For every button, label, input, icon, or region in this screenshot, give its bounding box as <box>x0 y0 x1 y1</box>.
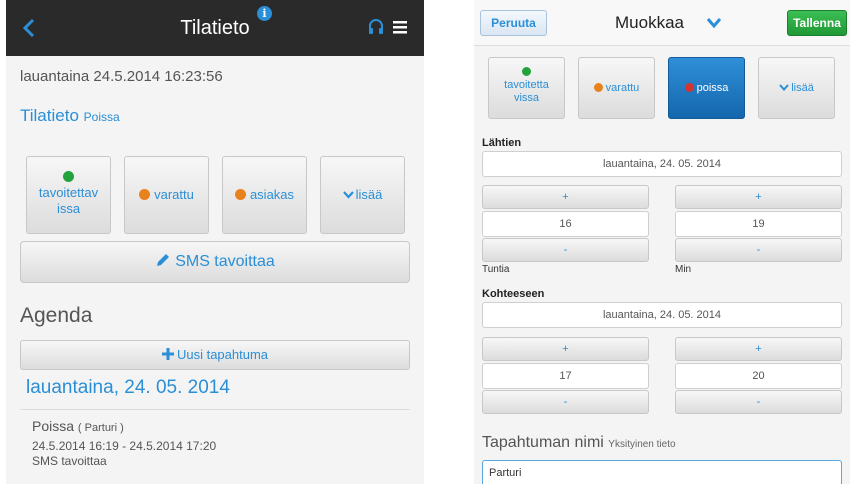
event-name-label: Tapahtuman nimi <box>482 434 604 451</box>
status-button-label: varattu <box>154 187 194 202</box>
page-title: Tilatieto <box>180 17 250 39</box>
status-button-label: tavoitetta <box>504 79 549 91</box>
status-button-tavoitettavissa[interactable]: tavoitetta vissa <box>488 57 565 119</box>
clock-icon <box>593 83 603 92</box>
status-button-label: asiakas <box>249 187 295 202</box>
status-button-lisaa[interactable]: lisää <box>320 156 405 234</box>
agenda-date-heading: lauantaina, 24. 05. 2014 <box>26 377 230 398</box>
check-icon <box>63 171 74 182</box>
clock-icon <box>234 189 246 200</box>
event-time: 24.5.2014 16:19 - 24.5.2014 17:20 <box>32 439 217 453</box>
event-name-hint: Yksityinen tieto <box>608 439 676 450</box>
start-date-field[interactable]: lauantaina, 24. 05. 2014 <box>482 151 842 177</box>
minutes-unit-label: Min <box>675 264 692 275</box>
status-button-label: poissa <box>696 82 729 94</box>
end-minutes-minus-button[interactable]: - <box>675 390 842 414</box>
event-item[interactable]: Poissa ( Parturi ) <box>32 418 124 434</box>
status-button-label: lisää <box>791 82 814 94</box>
event-title: Poissa <box>32 418 75 434</box>
status-heading: Tilatieto Poissa <box>20 106 120 126</box>
start-minutes-field[interactable]: 19 <box>675 211 842 237</box>
chevron-down-icon[interactable] <box>706 17 722 29</box>
start-minutes-plus-button[interactable]: + <box>675 185 842 209</box>
status-button-asiakas[interactable]: asiakas <box>222 156 307 234</box>
end-minutes-plus-button[interactable]: + <box>675 337 842 361</box>
start-minutes-minus-button[interactable]: - <box>675 238 842 262</box>
event-name-heading: Tapahtuman nimi Yksityinen tieto <box>482 434 676 452</box>
start-hours-minus-button[interactable]: - <box>482 238 649 262</box>
status-button-tavoitettavissa[interactable]: tavoitettav issa <box>26 156 111 234</box>
muokkaa-screen: Peruuta Muokkaa Tallenna tavoitetta viss… <box>474 0 850 484</box>
start-label: Lähtien <box>482 137 522 149</box>
headset-icon[interactable] <box>367 18 385 36</box>
status-label: Tilatieto <box>20 106 79 125</box>
top-bar: Tilatieto i <box>6 0 424 56</box>
plus-icon <box>161 348 174 360</box>
current-datetime: lauantaina 24.5.2014 16:23:56 <box>20 68 223 85</box>
end-label: Kohteeseen <box>482 288 545 300</box>
check-icon <box>522 67 531 76</box>
status-button-poissa[interactable]: poissa <box>668 57 745 119</box>
chevron-down-icon <box>779 84 789 92</box>
sms-button[interactable]: SMS tavoittaa <box>20 241 410 283</box>
status-button-label: tavoitettav <box>38 185 99 200</box>
new-event-button[interactable]: Uusi tapahtuma <box>20 340 410 370</box>
tilatieto-screen: Tilatieto i lauantaina 24.5.2014 16:23:5… <box>6 0 424 484</box>
end-minutes-field[interactable]: 20 <box>675 363 842 389</box>
chevron-down-icon <box>342 191 354 199</box>
clock-icon <box>139 189 151 200</box>
start-hours-plus-button[interactable]: + <box>482 185 649 209</box>
top-bar: Peruuta Muokkaa Tallenna <box>474 0 850 46</box>
status-button-label: lisää <box>355 187 383 202</box>
cancel-button[interactable]: Peruuta <box>480 10 547 36</box>
end-hours-plus-button[interactable]: + <box>482 337 649 361</box>
end-date-field[interactable]: lauantaina, 24. 05. 2014 <box>482 302 842 328</box>
close-circle-icon <box>684 83 694 92</box>
end-hours-minus-button[interactable]: - <box>482 390 649 414</box>
start-hours-field[interactable]: 16 <box>482 211 649 237</box>
agenda-title: Agenda <box>20 304 93 327</box>
event-name-input[interactable]: Parturi <box>482 460 842 484</box>
info-icon[interactable]: i <box>257 6 272 21</box>
status-button-label: varattu <box>605 82 640 94</box>
status-button-label: vissa <box>513 92 540 104</box>
event-subtitle: ( Parturi ) <box>77 422 124 434</box>
menu-icon[interactable] <box>393 20 407 34</box>
page-title[interactable]: Muokkaa <box>615 13 684 33</box>
event-note: SMS tavoittaa <box>32 454 107 468</box>
sms-button-label: SMS tavoittaa <box>175 253 275 270</box>
status-button-label: issa <box>56 201 81 216</box>
status-button-varattu[interactable]: varattu <box>578 57 655 119</box>
save-button[interactable]: Tallenna <box>787 10 847 36</box>
end-hours-field[interactable]: 17 <box>482 363 649 389</box>
status-button-lisaa[interactable]: lisää <box>758 57 835 119</box>
hours-unit-label: Tuntia <box>482 264 510 275</box>
status-value: Poissa <box>83 110 120 124</box>
divider <box>20 409 410 410</box>
status-button-varattu[interactable]: varattu <box>124 156 209 234</box>
new-event-label: Uusi tapahtuma <box>176 347 269 362</box>
pencil-icon <box>157 254 170 266</box>
